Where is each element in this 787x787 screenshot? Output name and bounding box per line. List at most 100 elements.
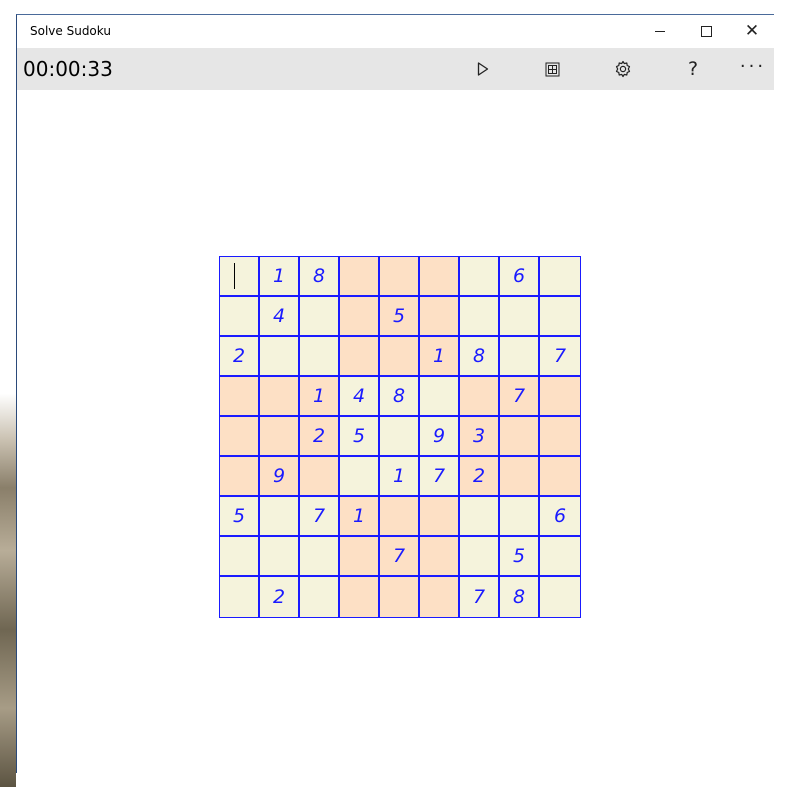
sudoku-cell[interactable]: 4: [340, 377, 380, 417]
sudoku-cell[interactable]: [340, 577, 380, 617]
sudoku-cell[interactable]: [380, 577, 420, 617]
sudoku-cell[interactable]: 2: [300, 417, 340, 457]
sudoku-cell[interactable]: [300, 457, 340, 497]
play-icon: [477, 62, 489, 76]
sudoku-cell[interactable]: [500, 497, 540, 537]
sudoku-cell[interactable]: 6: [500, 257, 540, 297]
sudoku-cell[interactable]: [500, 457, 540, 497]
sudoku-cell[interactable]: 5: [340, 417, 380, 457]
sudoku-cell[interactable]: [340, 297, 380, 337]
solve-play-button[interactable]: [458, 48, 508, 90]
grid-button[interactable]: [527, 48, 577, 90]
sudoku-cell[interactable]: [340, 257, 380, 297]
window-title: Solve Sudoku: [30, 24, 111, 38]
sudoku-cell[interactable]: 1: [260, 257, 300, 297]
sudoku-cell[interactable]: 9: [260, 457, 300, 497]
sudoku-cell[interactable]: [220, 417, 260, 457]
sudoku-cell[interactable]: [260, 497, 300, 537]
sudoku-cell[interactable]: [500, 417, 540, 457]
sudoku-cell[interactable]: [460, 497, 500, 537]
sudoku-cell[interactable]: [420, 497, 460, 537]
gear-icon: [615, 60, 631, 78]
sudoku-cell[interactable]: [380, 257, 420, 297]
sudoku-cell[interactable]: [420, 577, 460, 617]
sudoku-cell[interactable]: [220, 377, 260, 417]
sudoku-cell[interactable]: [340, 457, 380, 497]
sudoku-cell[interactable]: [300, 537, 340, 577]
sudoku-cell[interactable]: 8: [460, 337, 500, 377]
settings-button[interactable]: [598, 48, 648, 90]
close-icon: ✕: [744, 21, 760, 41]
sudoku-cell[interactable]: [420, 537, 460, 577]
sudoku-cell[interactable]: 1: [340, 497, 380, 537]
sudoku-cell[interactable]: [540, 417, 580, 457]
sudoku-cell[interactable]: 8: [500, 577, 540, 617]
sudoku-cell[interactable]: 7: [500, 377, 540, 417]
sudoku-cell[interactable]: [420, 257, 460, 297]
sudoku-cell[interactable]: [220, 457, 260, 497]
sudoku-cell[interactable]: [380, 337, 420, 377]
sudoku-cell[interactable]: [460, 377, 500, 417]
sudoku-cell[interactable]: [460, 537, 500, 577]
sudoku-cell[interactable]: 2: [260, 577, 300, 617]
sudoku-cell[interactable]: [340, 337, 380, 377]
sudoku-cell[interactable]: [500, 297, 540, 337]
sudoku-cell[interactable]: 4: [260, 297, 300, 337]
sudoku-cell[interactable]: 7: [420, 457, 460, 497]
sudoku-cell[interactable]: [460, 257, 500, 297]
minimize-button[interactable]: [637, 15, 683, 48]
sudoku-cell[interactable]: [540, 297, 580, 337]
sudoku-cell[interactable]: [220, 297, 260, 337]
help-button[interactable]: ?: [668, 48, 718, 90]
sudoku-cell[interactable]: 1: [420, 337, 460, 377]
sudoku-cell[interactable]: [260, 417, 300, 457]
sudoku-cell[interactable]: [300, 297, 340, 337]
sudoku-cell[interactable]: 8: [300, 257, 340, 297]
sudoku-cell[interactable]: 2: [220, 337, 260, 377]
sudoku-cell[interactable]: [380, 417, 420, 457]
sudoku-cell[interactable]: 1: [380, 457, 420, 497]
sudoku-cell[interactable]: [300, 577, 340, 617]
sudoku-cell[interactable]: [460, 297, 500, 337]
text-cursor: [233, 263, 235, 289]
sudoku-cell[interactable]: 1: [300, 377, 340, 417]
sudoku-cell[interactable]: [540, 457, 580, 497]
sudoku-cell[interactable]: [540, 537, 580, 577]
sudoku-cell[interactable]: 7: [540, 337, 580, 377]
sudoku-cell[interactable]: [380, 497, 420, 537]
sudoku-cell[interactable]: [220, 537, 260, 577]
sudoku-cell[interactable]: 9: [420, 417, 460, 457]
sudoku-cell[interactable]: [540, 257, 580, 297]
grid-icon: [545, 62, 559, 76]
sudoku-cell[interactable]: [260, 377, 300, 417]
sudoku-cell[interactable]: 2: [460, 457, 500, 497]
sudoku-cell[interactable]: [220, 257, 260, 297]
app-window: Solve Sudoku ✕ 00:00:33 ? ··· 1 8 6 4 5 …: [16, 14, 774, 773]
sudoku-cell[interactable]: [420, 297, 460, 337]
sudoku-cell[interactable]: 7: [300, 497, 340, 537]
sudoku-cell[interactable]: 5: [220, 497, 260, 537]
app-toolbar: 00:00:33 ? ···: [17, 48, 774, 90]
sudoku-cell[interactable]: [260, 337, 300, 377]
sudoku-cell[interactable]: 3: [460, 417, 500, 457]
sudoku-cell[interactable]: 7: [380, 537, 420, 577]
sudoku-cell[interactable]: [540, 377, 580, 417]
minimize-icon: [655, 31, 665, 32]
sudoku-cell[interactable]: [260, 537, 300, 577]
sudoku-cell[interactable]: 5: [380, 297, 420, 337]
sudoku-cell[interactable]: [340, 537, 380, 577]
sudoku-cell[interactable]: [220, 577, 260, 617]
sudoku-cell[interactable]: 6: [540, 497, 580, 537]
sudoku-cell[interactable]: [540, 577, 580, 617]
sudoku-cell[interactable]: 7: [460, 577, 500, 617]
maximize-button[interactable]: [683, 15, 729, 48]
close-button[interactable]: ✕: [729, 15, 775, 48]
sudoku-cell[interactable]: [500, 337, 540, 377]
sudoku-cell[interactable]: [420, 377, 460, 417]
sudoku-cell[interactable]: 5: [500, 537, 540, 577]
help-icon: ?: [687, 58, 699, 80]
more-icon: ···: [739, 55, 767, 77]
sudoku-cell[interactable]: 8: [380, 377, 420, 417]
sudoku-cell[interactable]: [300, 337, 340, 377]
more-options-button[interactable]: ···: [728, 48, 778, 90]
